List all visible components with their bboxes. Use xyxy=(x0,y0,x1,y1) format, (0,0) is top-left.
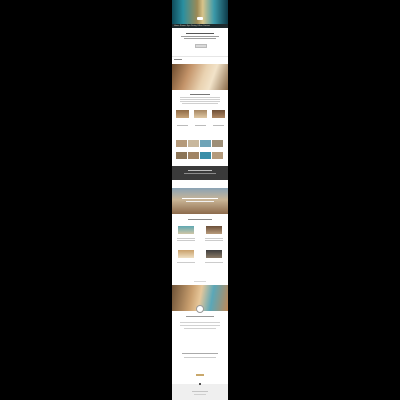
thumb-caption xyxy=(177,125,188,126)
gallery-photo[interactable] xyxy=(212,152,223,159)
emblem-icon xyxy=(196,305,204,313)
about-text-line xyxy=(180,325,220,326)
offer-photo[interactable] xyxy=(178,226,194,234)
section-label xyxy=(174,59,182,60)
footer-text xyxy=(194,394,206,395)
top-nav: Home Rooms Spa Dining Offers Contact xyxy=(172,24,228,28)
newsletter-heading xyxy=(182,353,218,354)
offer-text xyxy=(177,262,195,263)
gallery-photo[interactable] xyxy=(200,140,211,147)
newsletter-text xyxy=(184,357,216,358)
body-text-line xyxy=(180,99,220,100)
thumb-photo[interactable] xyxy=(194,110,207,118)
promo-band xyxy=(172,166,228,180)
feature-photo xyxy=(172,64,228,90)
nav-links: Home Rooms Spa Dining Offers Contact xyxy=(174,24,210,28)
thumb-caption xyxy=(195,125,206,126)
about-text-line xyxy=(180,322,220,323)
offer-photo[interactable] xyxy=(206,250,222,258)
about-heading xyxy=(186,316,214,317)
thumb-photo[interactable] xyxy=(212,110,225,118)
intro-text-line xyxy=(184,38,216,39)
section-heading xyxy=(190,94,210,95)
offer-photo[interactable] xyxy=(206,226,222,234)
nav-item-rooms[interactable]: Rooms xyxy=(180,25,187,27)
hero-banner: Home Rooms Spa Dining Offers Contact xyxy=(172,0,228,28)
body-text-line xyxy=(180,101,220,102)
offer-text xyxy=(205,240,223,241)
promo-text-line xyxy=(188,170,212,171)
hero-caption xyxy=(182,198,218,199)
logo-mark-icon[interactable] xyxy=(197,17,203,20)
offer-text xyxy=(177,238,195,239)
intro-title xyxy=(186,33,214,34)
offer-text xyxy=(177,240,195,241)
about-text-line xyxy=(184,328,216,329)
offer-text xyxy=(205,262,223,263)
offers-heading xyxy=(188,219,212,220)
gallery-photo[interactable] xyxy=(176,152,187,159)
thumb-caption xyxy=(213,125,224,126)
bottom-banner-photo xyxy=(172,285,228,313)
second-hero-photo xyxy=(172,188,228,214)
offer-photo[interactable] xyxy=(178,250,194,258)
section-label xyxy=(194,281,206,282)
footer-logo-icon[interactable] xyxy=(199,383,201,385)
nav-item-contact[interactable]: Contact xyxy=(203,25,210,27)
intro-text-line xyxy=(181,36,219,37)
hero-caption xyxy=(186,201,214,202)
gallery-photo[interactable] xyxy=(200,152,211,159)
footer-text xyxy=(192,391,208,392)
gallery-photo[interactable] xyxy=(176,140,187,147)
offer-text xyxy=(205,238,223,239)
gallery-photo[interactable] xyxy=(188,152,199,159)
intro-button[interactable] xyxy=(195,44,207,48)
thumb-photo[interactable] xyxy=(176,110,189,118)
gallery-photo[interactable] xyxy=(188,140,199,147)
footer xyxy=(172,383,228,400)
body-text-line xyxy=(180,97,220,98)
divider xyxy=(172,56,228,57)
reserve-button[interactable] xyxy=(196,374,204,376)
body-text-line xyxy=(182,103,218,104)
gallery-photo[interactable] xyxy=(212,140,223,147)
webpage: Home Rooms Spa Dining Offers Contact xyxy=(172,0,228,400)
promo-text-line xyxy=(184,173,216,174)
